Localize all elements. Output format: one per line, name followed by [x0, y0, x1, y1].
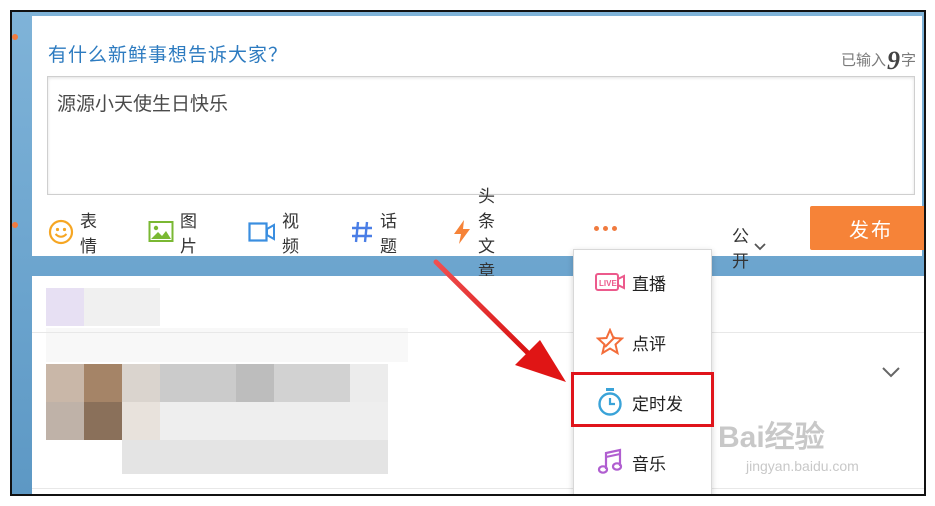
watermark-brand: Bai经验 — [718, 421, 825, 454]
watermark-url: jingyan.baidu.com — [746, 458, 859, 474]
screenshot-frame: 有什么新鲜事想告诉大家？ 已输入9字 源源小天使生日快乐 表情 图片 视频 话题… — [10, 10, 926, 496]
baidu-watermark: Bai经验 jingyan.baidu.com — [718, 412, 859, 474]
